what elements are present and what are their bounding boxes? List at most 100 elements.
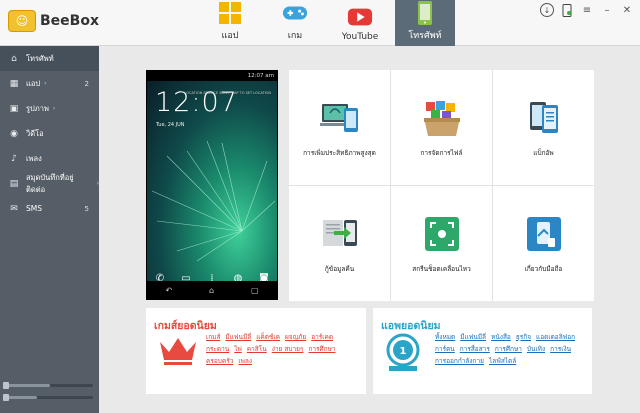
popular-apps-panel: แอพยอดนิยม 1 ทั้งหมด มีแฟนมีลี่ หนังสือ … xyxy=(373,308,592,394)
game-link[interactable]: เพลง xyxy=(238,357,252,366)
sidebar-item-label: สมุดบันทึกที่อยู่ติดต่อ xyxy=(25,172,74,194)
phone-dock: ✆ ▭ ⁞ ◍ ◙ xyxy=(147,265,277,282)
feature-label: กู้ข้อมูลคืน xyxy=(324,264,355,273)
feature-label: สกรีนช็อตเคลื่อนไหว xyxy=(412,264,471,273)
app-category-links: ทั้งหมด มีแฟนมีลี่ หนังสือ ธุรกิจ แอดเดอ… xyxy=(435,333,585,366)
app-link[interactable]: แอดเดอลิฟอก xyxy=(536,333,575,342)
sidebar-item-apps[interactable]: ▦ แอป › 2 xyxy=(0,71,99,96)
feature-optimize[interactable]: การเพิ่มประสิทธิภาพสูงสุด xyxy=(289,70,390,185)
menu-icon[interactable]: ≡ xyxy=(580,3,594,17)
feature-label: เกี่ยวกับมือถือ xyxy=(524,264,563,273)
app-link[interactable]: การศึกษา xyxy=(495,345,522,354)
tab-games[interactable]: เกม xyxy=(265,0,325,46)
main-tabs: แอป เกม YouTube โทรศัพท์ xyxy=(200,0,460,46)
top-bar: ☺ BeeBox แอป เกม YouTube โทรศัพท์ ↓ ≡ – … xyxy=(0,0,640,46)
app-link[interactable]: ไลฟ์สไตล์ xyxy=(489,357,516,366)
game-link[interactable]: ไพ่ xyxy=(234,345,242,354)
sidebar-item-label: แอป xyxy=(26,78,41,88)
gamepad-icon xyxy=(282,1,308,25)
storage-fill xyxy=(7,396,38,399)
game-link[interactable]: ง่าย สบายๆ xyxy=(272,345,304,354)
storage-bar-sd[interactable] xyxy=(3,394,93,401)
download-icon[interactable]: ↓ xyxy=(540,3,554,17)
about-phone-icon xyxy=(526,216,561,251)
phone-connected-icon[interactable] xyxy=(560,3,574,17)
app-link[interactable]: การเงิน xyxy=(550,345,571,354)
feature-about-phone[interactable]: เกี่ยวกับมือถือ xyxy=(493,186,594,301)
main-content: 12:07 am 12:07 Tue, 24 JUN LOCATION SERV… xyxy=(99,46,640,413)
back-icon: ↶ xyxy=(165,285,173,295)
tab-games-label: เกม xyxy=(287,31,303,41)
chevron-right-icon: › xyxy=(44,80,47,87)
tab-youtube-label: YouTube xyxy=(341,32,379,42)
phone-screen: 12:07 Tue, 24 JUN LOCATION SERVICE SLEEP… xyxy=(147,81,277,281)
app-link[interactable]: การ์ตน xyxy=(435,345,455,354)
game-link[interactable]: คาสิโน xyxy=(247,345,267,354)
call-icon: ✆ xyxy=(155,272,165,282)
app-link[interactable]: มีแฟนมีลี่ xyxy=(460,333,486,342)
apps-grid-icon xyxy=(217,1,243,25)
phone-icon xyxy=(412,1,438,25)
crown-icon xyxy=(160,338,196,365)
feature-restore[interactable]: กู้ข้อมูลคืน xyxy=(289,186,390,301)
tab-apps-label: แอป xyxy=(221,31,239,41)
game-link[interactable]: อาร์เคด xyxy=(311,333,333,342)
game-link[interactable]: ผจญภัย xyxy=(285,333,306,342)
app-drawer-icon: ⁞ xyxy=(210,272,214,282)
chevron-right-icon: › xyxy=(52,105,56,112)
sidebar-item-label: วิดีโอ xyxy=(26,128,44,138)
close-icon[interactable]: ✕ xyxy=(620,3,634,17)
app-link[interactable]: หนังสือ xyxy=(491,333,511,342)
sidebar-item-video[interactable]: ◉ วิดีโอ xyxy=(0,121,99,146)
tab-youtube[interactable]: YouTube xyxy=(330,0,390,46)
phone-weather: LOCATION SERVICE SLEEP, TAP TO SET LOCAT… xyxy=(184,91,271,95)
app-link[interactable]: การสื่อสาร xyxy=(460,345,490,354)
sidebar-item-label: เพลง xyxy=(26,153,42,163)
game-link[interactable]: เกมส์ xyxy=(206,333,220,342)
sidebar-item-label: SMS xyxy=(26,204,42,213)
storage-knob xyxy=(3,394,9,401)
app-link[interactable]: ทั้งหมด xyxy=(435,333,455,342)
phone-status-time: 12:07 am xyxy=(247,73,274,79)
message-icon: ▭ xyxy=(181,272,191,282)
recent-apps-icon: ▢ xyxy=(250,285,259,295)
storage-knob xyxy=(3,382,9,389)
tab-apps[interactable]: แอป xyxy=(200,0,260,46)
game-link[interactable]: มีแฟนมีลี่ xyxy=(225,333,251,342)
app-link[interactable]: การออกกำลังกาย xyxy=(435,357,484,366)
game-link[interactable]: การศึกษา xyxy=(308,345,335,354)
sidebar-item-sms[interactable]: ✉ SMS 5 xyxy=(0,196,99,221)
feature-backup[interactable]: แบ็กอัพ xyxy=(493,70,594,185)
tab-phone[interactable]: โทรศัพท์ xyxy=(395,0,455,46)
phone-status-bar: 12:07 am xyxy=(147,71,277,81)
logo-text: BeeBox xyxy=(40,13,99,29)
feature-label: การจัดการไฟล์ xyxy=(420,148,463,157)
sms-icon: ✉ xyxy=(10,203,18,214)
phone-date: Tue, 24 JUN xyxy=(156,122,185,128)
feature-label: การเพิ่มประสิทธิภาพสูงสุด xyxy=(303,148,376,157)
feature-file-manager[interactable]: การจัดการไฟล์ xyxy=(391,70,492,185)
apps-icon: ▦ xyxy=(9,78,19,89)
sidebar-item-images[interactable]: ▣ รูปภาพ › xyxy=(0,96,99,121)
sidebar-item-phone[interactable]: ⌂ โทรศัพท์ xyxy=(0,46,99,71)
svg-text:1: 1 xyxy=(400,346,407,357)
phone-nav-bar: ↶ ⌂ ▢ xyxy=(147,281,277,299)
first-place-medal-icon: 1 xyxy=(386,333,420,371)
browser-icon: ◍ xyxy=(233,272,243,282)
sidebar-count: 5 xyxy=(84,204,89,213)
game-link[interactable]: กระดาน xyxy=(206,345,229,354)
game-link[interactable]: แค็ตช์เค xyxy=(256,333,280,342)
image-icon: ▣ xyxy=(9,103,19,114)
app-link[interactable]: บันเทิง xyxy=(527,345,545,354)
contacts-icon: ▤ xyxy=(9,178,19,189)
feature-screenshot[interactable]: สกรีนช็อตเคลื่อนไหว xyxy=(391,186,492,301)
home-button-icon: ⌂ xyxy=(209,285,215,295)
minimize-icon[interactable]: – xyxy=(600,3,614,17)
storage-bar-phone[interactable] xyxy=(3,382,93,389)
optimize-icon xyxy=(319,103,358,132)
sidebar-item-contacts[interactable]: ▤ สมุดบันทึกที่อยู่ติดต่อ › xyxy=(0,171,99,196)
backup-icon xyxy=(529,101,558,133)
game-link[interactable]: ครอบครัว xyxy=(206,357,233,366)
sidebar-item-music[interactable]: ♪ เพลง xyxy=(0,146,99,171)
app-link[interactable]: ธุรกิจ xyxy=(516,333,531,342)
